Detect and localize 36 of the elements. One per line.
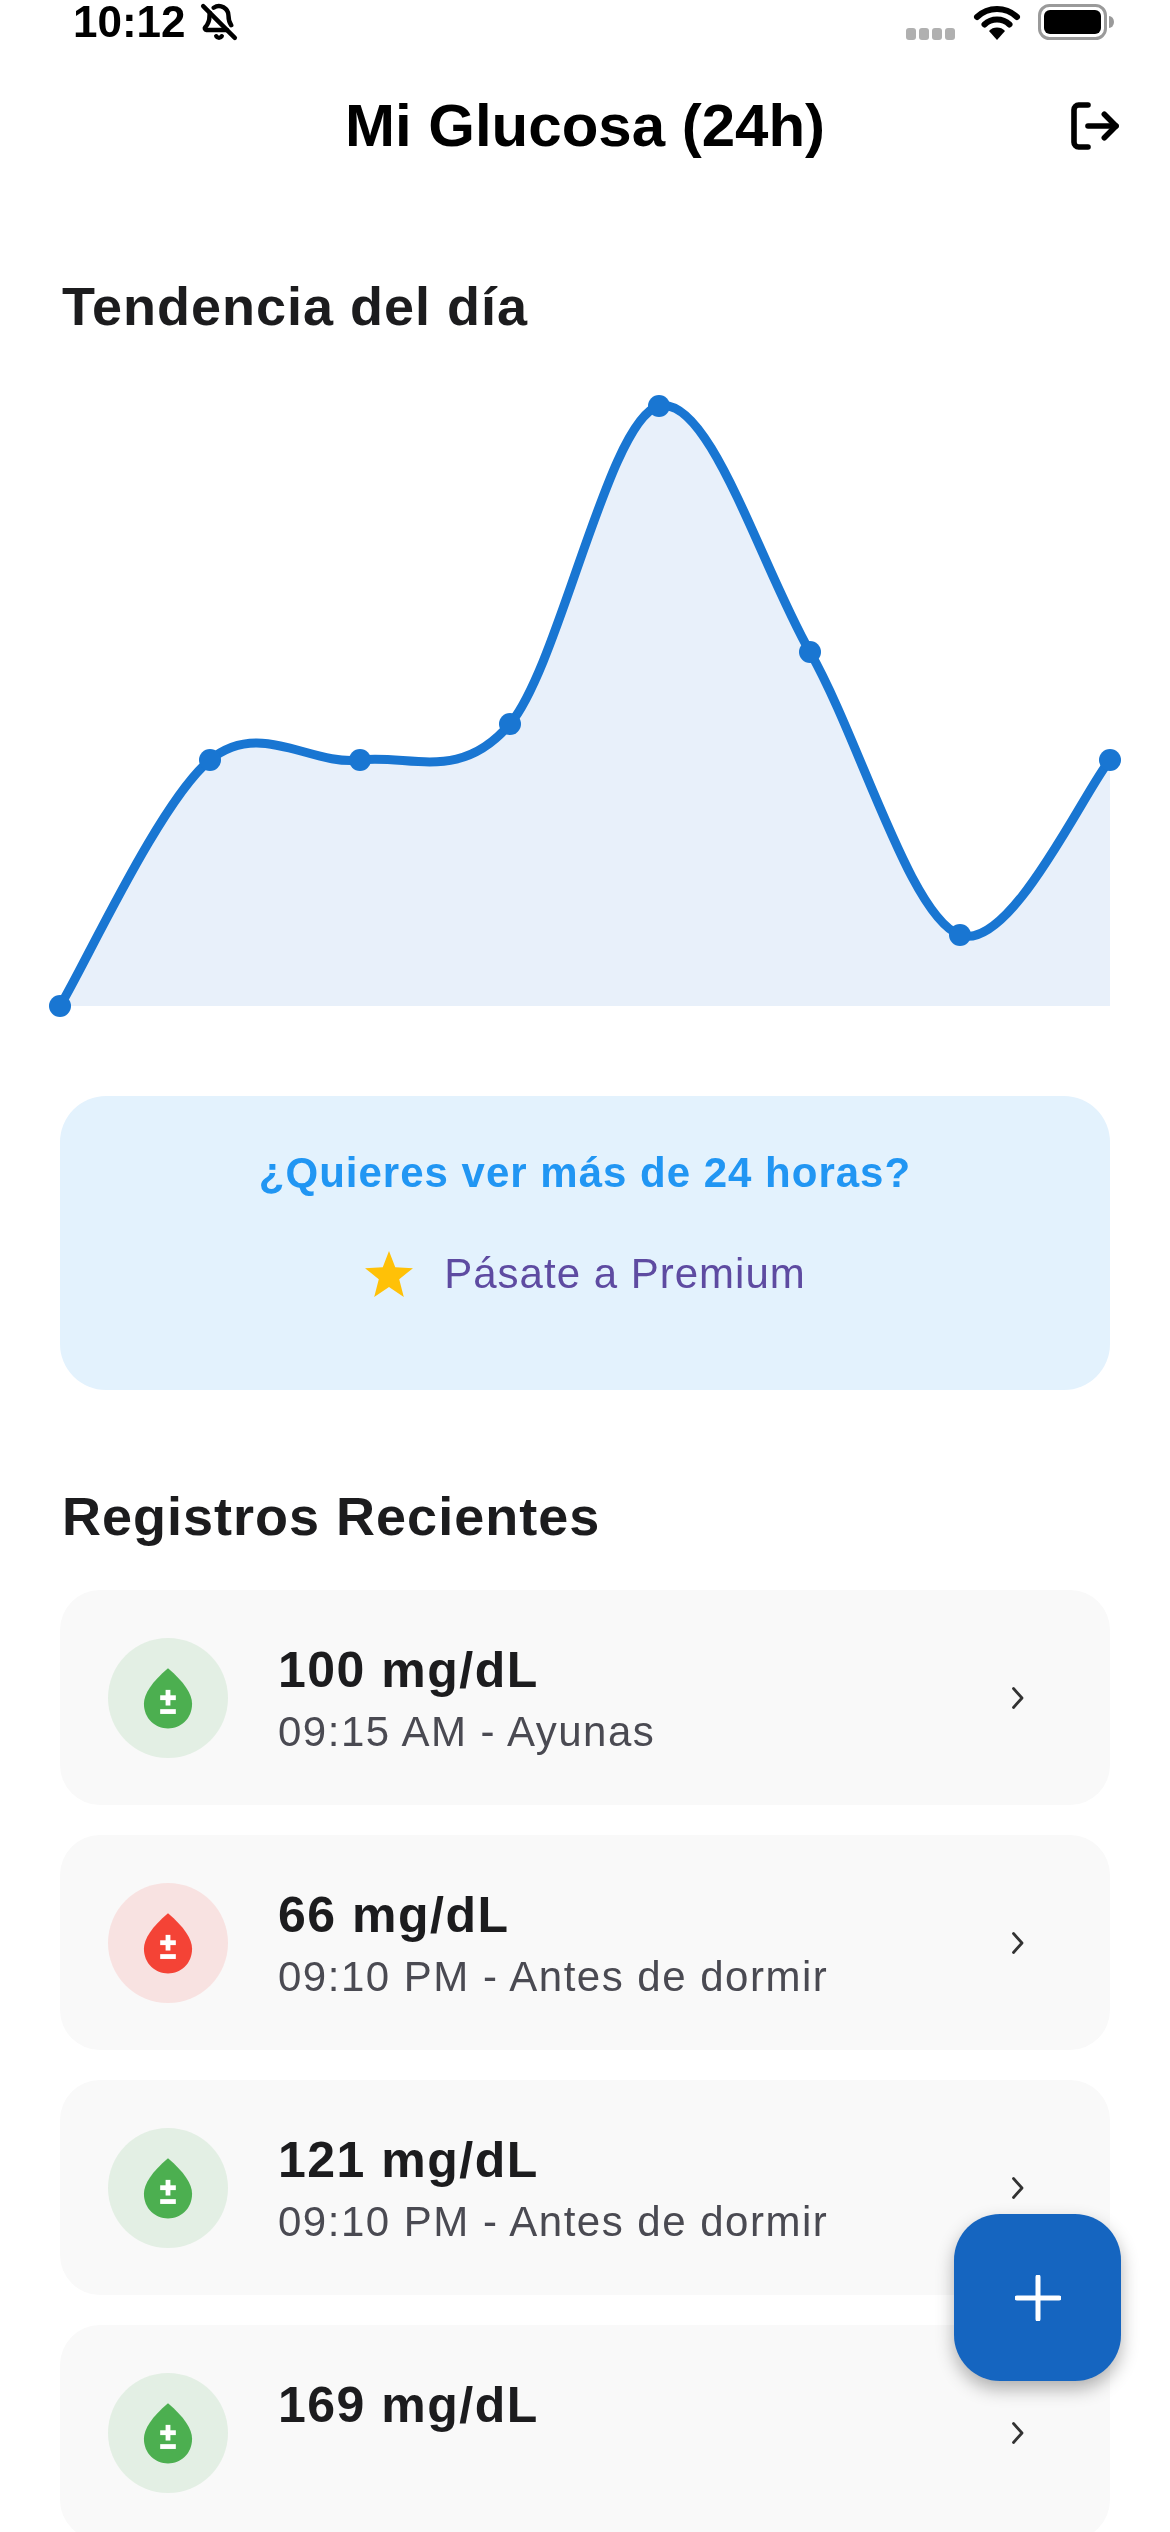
status-time: 10:12 xyxy=(73,0,186,44)
battery-icon xyxy=(1038,4,1114,40)
premium-button[interactable]: Pásate a Premium xyxy=(364,1249,806,1299)
add-button[interactable] xyxy=(954,2214,1121,2381)
data-point xyxy=(499,713,521,735)
section-title: Tendencia del día xyxy=(62,276,529,336)
wifi-icon xyxy=(973,4,1021,40)
chevron-right-icon xyxy=(1011,2175,1025,2200)
data-point xyxy=(1099,749,1121,771)
record-card[interactable]: 169 mg/dL xyxy=(60,2325,1110,2532)
glucose-value: 66 mg/dL xyxy=(278,1886,510,1945)
data-point xyxy=(799,641,821,663)
chevron-right-icon xyxy=(1011,1930,1025,1955)
data-point xyxy=(648,395,670,417)
upsell-question: ¿Quieres ver más de 24 horas? xyxy=(258,1148,912,1198)
bell-off-icon xyxy=(199,3,238,41)
record-detail: 09:15 AM - Ayunas xyxy=(278,1707,656,1757)
glucose-value: 169 mg/dL xyxy=(278,2376,539,2435)
glucose-value: 100 mg/dL xyxy=(278,1641,539,1700)
section-title: Registros Recientes xyxy=(62,1486,601,1546)
record-card[interactable]: 66 mg/dL 09:10 PM - Antes de dormir xyxy=(60,1835,1110,2050)
glucose-value: 121 mg/dL xyxy=(278,2131,539,2190)
data-point xyxy=(49,995,71,1017)
record-detail: 09:10 PM - Antes de dormir xyxy=(278,2197,829,2247)
data-point xyxy=(949,924,971,946)
chevron-right-icon xyxy=(1011,2420,1025,2445)
record-card[interactable]: 100 mg/dL 09:15 AM - Ayunas xyxy=(60,1590,1110,1805)
signal-dots-icon xyxy=(906,28,956,40)
record-card[interactable]: 121 mg/dL 09:10 PM - Antes de dormir xyxy=(60,2080,1110,2295)
chevron-right-icon xyxy=(1011,1685,1025,1710)
star-icon xyxy=(364,1250,415,1298)
data-point xyxy=(199,749,221,771)
page-title: Mi Glucosa (24h) xyxy=(344,91,826,161)
data-point xyxy=(349,749,371,771)
plus-icon xyxy=(1014,2274,1061,2321)
record-detail: 09:10 PM - Antes de dormir xyxy=(278,1952,829,2002)
